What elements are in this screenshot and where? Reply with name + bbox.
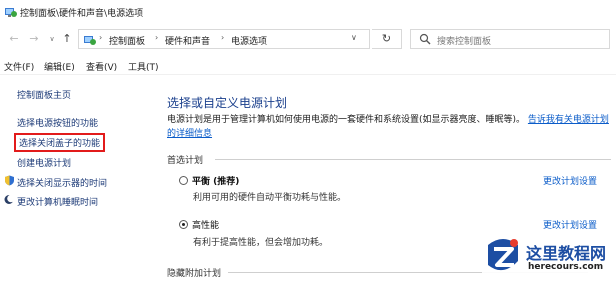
breadcrumb-control-panel[interactable]: 控制面板 — [109, 34, 145, 47]
sidebar-item-create-plan[interactable]: 创建电源计划 — [17, 156, 71, 169]
plan-balanced-radio[interactable] — [179, 176, 188, 185]
refresh-icon: ↻ — [381, 32, 392, 45]
menu-edit[interactable]: 编辑(E) — [44, 60, 75, 73]
refresh-button[interactable]: ↻ — [372, 29, 402, 49]
watermark-title: 这里教程网 — [526, 244, 607, 263]
control-panel-icon — [84, 36, 96, 45]
menu-tools[interactable]: 工具(T) — [128, 60, 159, 73]
window-title: 控制面板\硬件和声音\电源选项 — [20, 9, 144, 19]
menu-divider — [0, 74, 616, 75]
page-title: 选择或自定义电源计划 — [167, 96, 288, 110]
up-icon[interactable]: ↑ — [60, 30, 74, 48]
breadcrumb-separator[interactable]: › — [221, 33, 224, 42]
sidebar-item-sleep-time[interactable]: 更改计算机睡眠时间 — [17, 195, 98, 208]
search-input[interactable]: 搜索控制面板 — [437, 34, 491, 47]
power-shield-icon — [5, 175, 14, 186]
sidebar-item-power-button[interactable]: 选择电源按钮的功能 — [17, 116, 98, 129]
plan-high-performance-radio[interactable] — [179, 220, 188, 229]
description-text: 电源计划是用于管理计算机如何使用电源的一套硬件和系统设置(如显示器亮度、睡眠等)… — [167, 115, 526, 125]
address-bar[interactable]: › 控制面板 › 硬件和声音 › 电源选项 ∨ — [78, 29, 370, 49]
breadcrumb-separator[interactable]: › — [99, 33, 102, 42]
menu-file[interactable]: 文件(F) — [4, 60, 34, 73]
sidebar-item-lid-close[interactable]: 选择关闭盖子的功能 — [14, 133, 106, 152]
plan-high-performance-change-link[interactable]: 更改计划设置 — [543, 218, 597, 231]
forward-icon[interactable]: → — [26, 30, 42, 48]
search-box[interactable]: 搜索控制面板 — [410, 29, 610, 49]
title-bar: 控制面板\硬件和声音\电源选项 — [0, 0, 616, 24]
hidden-plans-label[interactable]: 隐藏附加计划 — [167, 266, 221, 279]
watermark-logo-icon — [488, 239, 518, 271]
plan-balanced-description: 利用可用的硬件自动平衡功耗与性能。 — [193, 193, 347, 203]
watermark: 这里教程网 herecours.com — [482, 232, 616, 281]
section-divider — [215, 159, 611, 160]
plan-balanced-name[interactable]: 平衡 (推荐) — [192, 174, 239, 187]
control-panel-icon — [5, 8, 17, 17]
back-icon[interactable]: ← — [6, 30, 22, 48]
sidebar-item-display-off[interactable]: 选择关闭显示器的时间 — [17, 176, 107, 189]
menu-view[interactable]: 查看(V) — [86, 60, 117, 73]
breadcrumb-hardware-sound[interactable]: 硬件和声音 — [165, 34, 210, 47]
breadcrumb-separator[interactable]: › — [155, 33, 158, 42]
moon-icon — [4, 194, 15, 204]
address-dropdown-icon[interactable]: ∨ — [351, 33, 357, 42]
breadcrumb-power-options[interactable]: 电源选项 — [231, 34, 267, 47]
menu-bar: 文件(F) 编辑(E) 查看(V) 工具(T) — [0, 58, 616, 74]
page-description: 电源计划是用于管理计算机如何使用电源的一套硬件和系统设置(如显示器亮度、睡眠等)… — [167, 113, 612, 141]
preferred-plans-label: 首选计划 — [167, 156, 204, 166]
recent-dropdown-icon[interactable]: ∨ — [44, 30, 60, 48]
plan-high-performance-description: 有利于提高性能，但会增加功耗。 — [193, 238, 329, 248]
plan-balanced-change-link[interactable]: 更改计划设置 — [543, 174, 597, 187]
plan-high-performance-name[interactable]: 高性能 — [192, 218, 219, 231]
navigation-bar: ← → ∨ ↑ › 控制面板 › 硬件和声音 › 电源选项 ∨ ↻ 搜索控制面板 — [0, 28, 616, 52]
search-icon — [419, 33, 431, 45]
watermark-url: herecours.com — [528, 262, 604, 272]
sidebar-item-home[interactable]: 控制面板主页 — [17, 88, 71, 101]
